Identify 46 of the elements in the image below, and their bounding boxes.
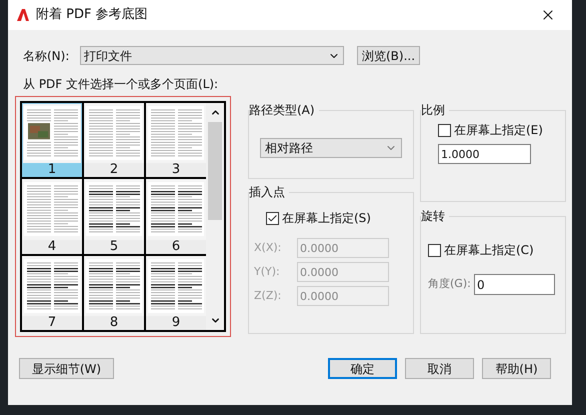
- coordinate-label: Z(Z):: [254, 288, 282, 304]
- checkbox[interactable]: [266, 212, 279, 224]
- page-preview-drawing: [24, 258, 80, 313]
- dialog-button[interactable]: 取消: [405, 358, 474, 379]
- group-title: 路径类型(A): [249, 102, 319, 118]
- path-type-dropdown[interactable]: 相对路径: [260, 138, 402, 158]
- angle-field[interactable]: 0: [474, 274, 555, 295]
- group-title: 比例: [421, 102, 449, 118]
- checkbox-label: 在屏幕上指定(E): [454, 122, 543, 139]
- page-preview-drawing: [86, 258, 142, 313]
- angle-label: 角度(G):: [428, 276, 472, 292]
- show-details-button[interactable]: 显示细节(W): [19, 358, 114, 379]
- page-thumbnail[interactable]: 7: [22, 256, 82, 330]
- page-thumbnail[interactable]: 9: [146, 256, 206, 330]
- group-title: 插入点: [249, 184, 289, 200]
- dialog-button[interactable]: 帮助(H): [482, 358, 551, 379]
- page-preview-drawing: [86, 106, 142, 160]
- checkbox[interactable]: [428, 244, 441, 256]
- page-preview-drawing: [24, 106, 80, 160]
- checkbox-label: 在屏幕上指定(S): [282, 210, 371, 227]
- coordinate-label: X(X):: [254, 240, 282, 256]
- checkbox-label: 在屏幕上指定(C): [444, 242, 534, 259]
- page-thumbnail[interactable]: 5: [84, 179, 144, 254]
- coordinate-label: Y(Y):: [254, 264, 281, 280]
- window-title: 附着 PDF 参考底图: [36, 6, 148, 24]
- page-thumbnail[interactable]: 2: [84, 103, 144, 178]
- page-preview-drawing: [148, 106, 204, 160]
- app-logo-icon: [16, 8, 30, 22]
- name-label: 名称(N):: [23, 48, 70, 64]
- scrollbar[interactable]: [206, 103, 224, 330]
- checkbox[interactable]: [438, 124, 451, 136]
- page-preview-drawing: [148, 258, 204, 313]
- scale-field[interactable]: 1.0000: [438, 144, 531, 164]
- group-title: 旋转: [421, 208, 449, 224]
- page-preview-drawing: [148, 182, 204, 236]
- page-thumbnail[interactable]: 3: [146, 103, 206, 178]
- page-thumbnail[interactable]: 4: [22, 179, 82, 254]
- dialog-button[interactable]: 确定: [328, 358, 397, 379]
- browse-button[interactable]: 浏览(B)...: [357, 46, 420, 65]
- page-preview-drawing: [24, 182, 80, 236]
- pages-label: 从 PDF 文件选择一个或多个页面(L):: [23, 76, 220, 93]
- page-thumbnail[interactable]: 8: [84, 256, 144, 330]
- name-dropdown[interactable]: 打印文件: [80, 46, 344, 65]
- page-preview-drawing: [86, 182, 142, 236]
- page-thumbnail[interactable]: 6: [146, 179, 206, 254]
- page-thumbnail[interactable]: 1: [22, 103, 82, 178]
